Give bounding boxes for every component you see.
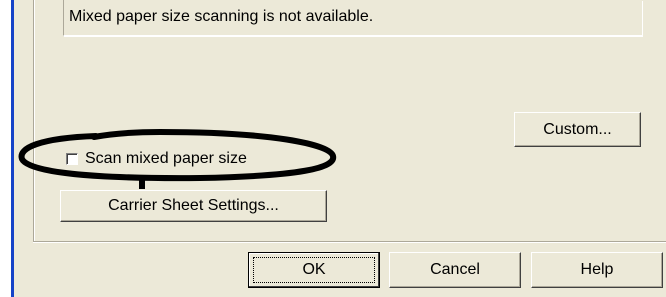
scan-mixed-paper-size-option[interactable]: Scan mixed paper size	[66, 150, 247, 168]
info-box: Mixed paper size scanning is not availab…	[63, 0, 642, 36]
scan-mixed-paper-size-label: Scan mixed paper size	[85, 150, 247, 167]
carrier-sheet-settings-button[interactable]: Carrier Sheet Settings...	[60, 190, 327, 222]
window-left-border	[11, 0, 14, 297]
ok-button[interactable]: OK	[248, 252, 380, 288]
cancel-button[interactable]: Cancel	[389, 252, 521, 288]
focus-rectangle	[253, 257, 375, 283]
info-message: Mixed paper size scanning is not availab…	[69, 8, 374, 25]
help-button[interactable]: Help	[531, 252, 663, 288]
custom-button[interactable]: Custom...	[514, 112, 641, 147]
scan-mixed-paper-size-checkbox[interactable]	[66, 153, 78, 165]
